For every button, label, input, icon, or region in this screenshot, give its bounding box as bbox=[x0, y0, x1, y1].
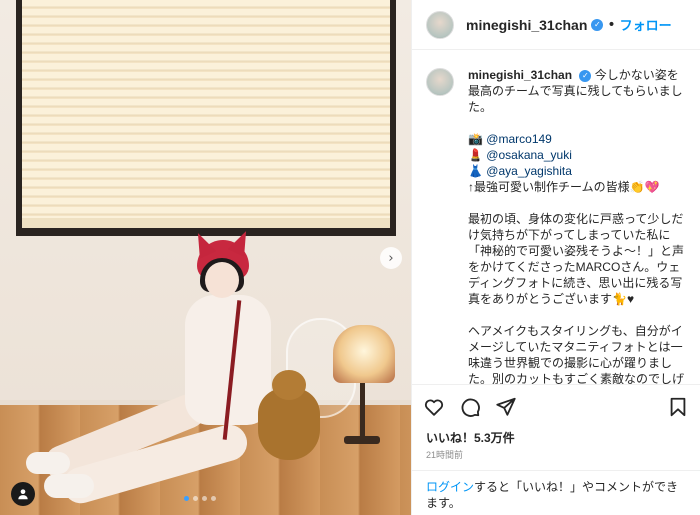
camera-emoji-icon: 📸 bbox=[468, 132, 483, 146]
avatar[interactable] bbox=[426, 68, 454, 96]
heart-icon bbox=[424, 398, 444, 416]
comment-icon bbox=[461, 398, 480, 417]
lamp-base bbox=[344, 436, 380, 444]
window-blind bbox=[22, 0, 390, 228]
like-count[interactable]: いいね！5.3万件 bbox=[426, 429, 515, 446]
carousel-dot bbox=[193, 496, 198, 501]
post-side-panel: minegishi_31chan ✓ • フォロー minegishi_31ch… bbox=[411, 0, 700, 515]
user-icon bbox=[18, 489, 28, 500]
separator: • bbox=[607, 16, 616, 33]
caption-area: minegishi_31chan ✓ 今しかない姿を最高のチームで写真に残しても… bbox=[412, 51, 700, 384]
caption-paragraph: ヘアメイクもスタイリングも、自分がイメージしていたマタニティフォトとは一味違う世… bbox=[468, 324, 685, 384]
tagged-users-button[interactable] bbox=[11, 482, 35, 506]
credits-block: 📸 @marco149 💄 @osakana_yuki 👗 @aya_yagis… bbox=[468, 131, 686, 195]
carousel-dot bbox=[202, 496, 207, 501]
author-username[interactable]: minegishi_31chan bbox=[466, 17, 587, 33]
mention-link[interactable]: @osakana_yuki bbox=[486, 148, 572, 162]
model-shoe bbox=[44, 474, 94, 498]
team-line: ↑最強可愛い制作チームの皆様👏💖 bbox=[468, 180, 660, 194]
chevron-right-icon: › bbox=[388, 250, 394, 266]
next-slide-button[interactable]: › bbox=[380, 247, 402, 269]
carousel-indicator bbox=[184, 496, 216, 501]
follow-button[interactable]: フォロー bbox=[620, 15, 672, 34]
caption-username[interactable]: minegishi_31chan bbox=[468, 68, 572, 82]
carousel-dot bbox=[211, 496, 216, 501]
bookmark-icon bbox=[670, 397, 686, 416]
paper-plane-icon bbox=[496, 397, 516, 416]
lamp-stem bbox=[360, 383, 365, 441]
mention-link[interactable]: @aya_yagishita bbox=[486, 164, 572, 178]
model-shoe bbox=[26, 452, 70, 474]
verified-badge-icon: ✓ bbox=[579, 69, 592, 82]
carousel-dot bbox=[184, 496, 189, 501]
avatar[interactable] bbox=[426, 10, 454, 39]
model-face bbox=[205, 262, 239, 298]
caption-paragraph: 最初の頃、身体の変化に戸惑って少しだけ気持ちが下がってしまっていた私に「神秘的で… bbox=[468, 212, 685, 306]
action-bar bbox=[412, 384, 700, 428]
login-prompt: ログインすると「いいね！」やコメントができます。 bbox=[412, 470, 700, 515]
caption-text: minegishi_31chan ✓ 今しかない姿を最高のチームで写真に残しても… bbox=[468, 67, 686, 384]
login-link[interactable]: ログイン bbox=[426, 480, 474, 494]
share-button[interactable] bbox=[494, 395, 518, 419]
dress-emoji-icon: 👗 bbox=[468, 164, 483, 178]
teddy-bear bbox=[258, 370, 320, 460]
verified-badge-icon: ✓ bbox=[591, 18, 604, 31]
lamp-shade bbox=[333, 325, 395, 383]
post-header: minegishi_31chan ✓ • フォロー bbox=[412, 0, 700, 50]
like-button[interactable] bbox=[422, 395, 446, 419]
mention-link[interactable]: @marco149 bbox=[486, 132, 552, 146]
post-timestamp[interactable]: 21時間前 bbox=[426, 448, 463, 461]
save-button[interactable] bbox=[666, 395, 690, 419]
lipstick-emoji-icon: 💄 bbox=[468, 148, 483, 162]
post-photo[interactable]: › bbox=[0, 0, 411, 515]
comment-button[interactable] bbox=[458, 395, 482, 419]
